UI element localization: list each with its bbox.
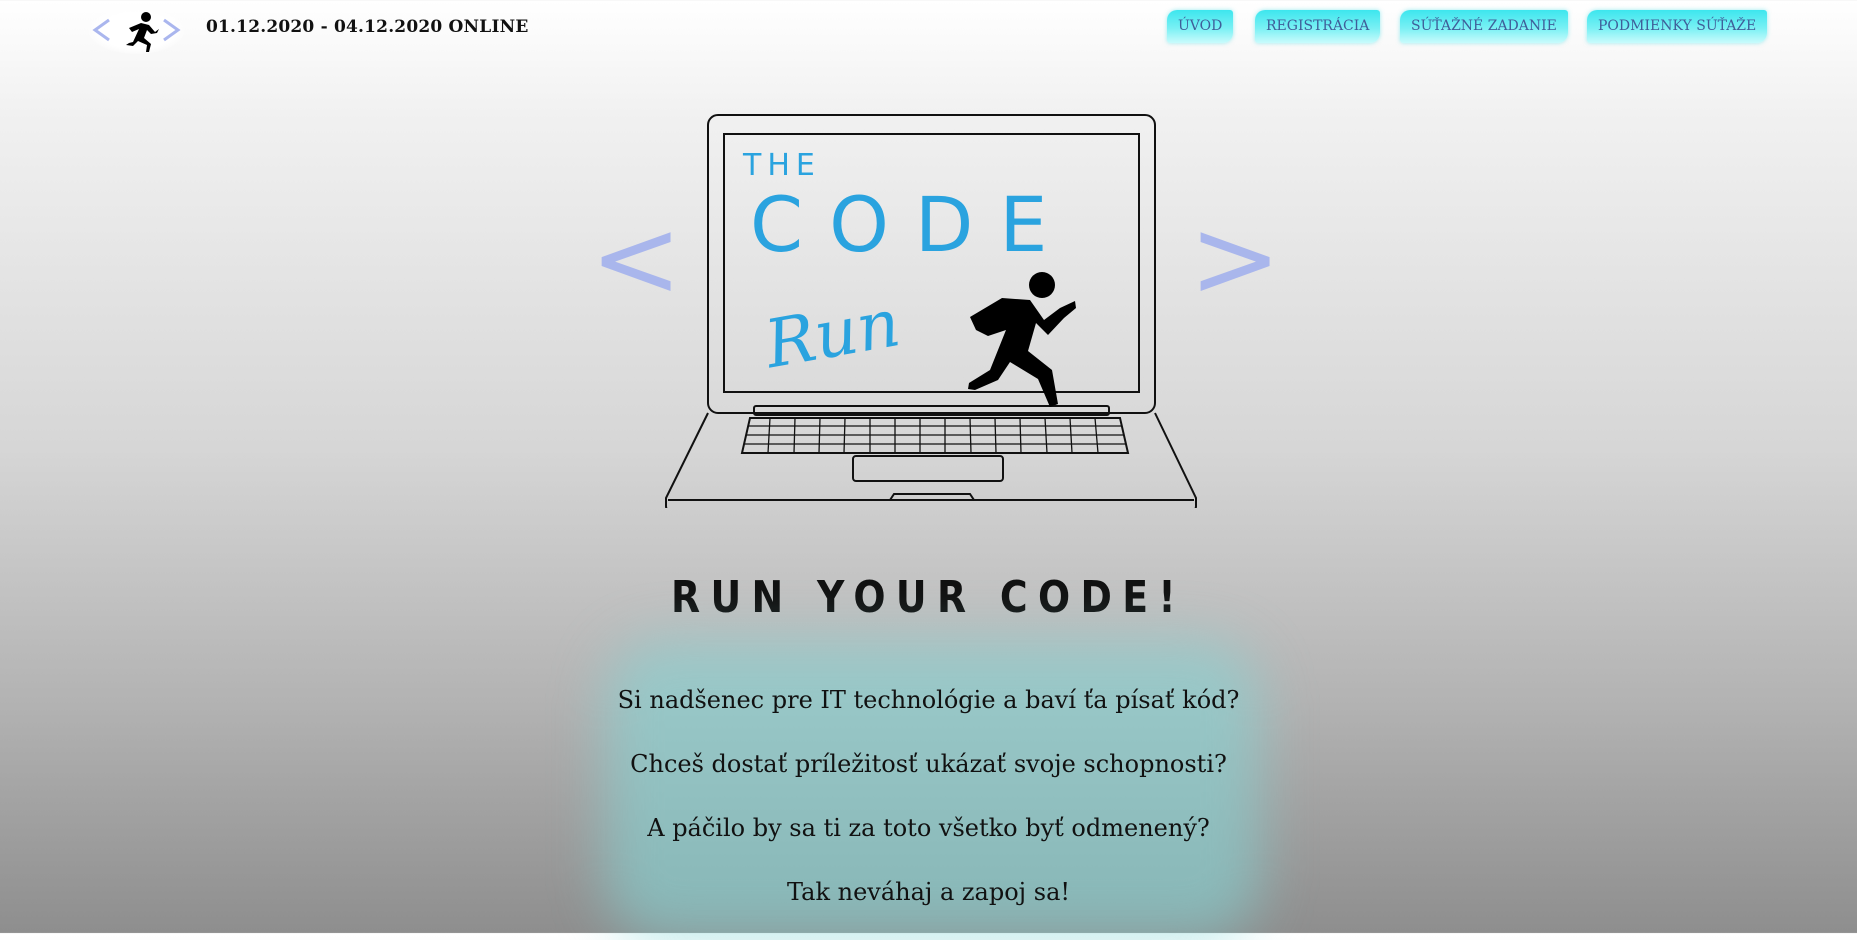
site-logo[interactable] [89, 8, 184, 54]
slogan: RUN YOUR CODE! [671, 572, 1186, 623]
nav-podmienky-sutaze[interactable]: PODMIENKY SÚŤAŽE [1587, 10, 1768, 43]
logo-text-run: Run [758, 284, 905, 383]
nav-uvod[interactable]: ÚVOD [1167, 10, 1234, 43]
hero-bracket-right: > [1189, 194, 1280, 322]
logo-bracket-left-icon [92, 18, 110, 42]
event-date: 01.12.2020 - 04.12.2020 ONLINE [206, 17, 529, 37]
intro-call-to-action: Tak neváhaj a zapoj sa! [786, 878, 1071, 906]
nav-registracia[interactable]: REGISTRÁCIA [1255, 10, 1381, 43]
nav-sutazne-zadanie[interactable]: SÚŤAŽNÉ ZADANIE [1400, 10, 1568, 43]
logo-bracket-right-icon [163, 18, 181, 42]
hero-logo: < > THE CODE Run [590, 108, 1280, 508]
intro-question-3: A páčilo by sa ti za toto všetko byť odm… [647, 814, 1210, 842]
hero-bracket-left: < [590, 194, 682, 322]
logo-text-the: THE [742, 148, 821, 183]
runner-icon [126, 12, 159, 52]
logo-text-code: CODE [750, 180, 1073, 269]
intro-question-2: Chceš dostať príležitosť ukázať svoje sc… [630, 750, 1227, 778]
runner-icon [968, 272, 1076, 407]
intro-question-1: Si nadšenec pre IT technológie a baví ťa… [617, 686, 1240, 714]
